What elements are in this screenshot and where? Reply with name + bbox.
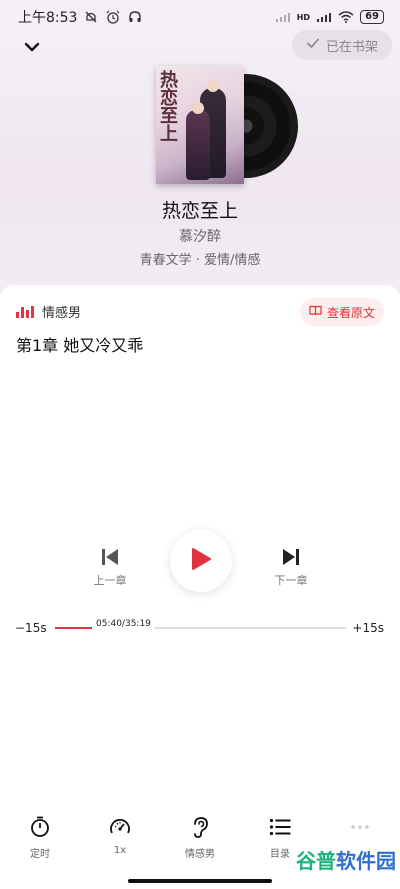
cover-title-art: 热恋至上 [160, 70, 178, 145]
play-icon [190, 547, 212, 575]
timer-icon [5, 815, 75, 839]
prev-chapter-label: 上一章 [93, 574, 127, 587]
wifi-icon [338, 9, 354, 25]
book-open-icon [309, 305, 322, 319]
next-chapter-label: 下一章 [274, 574, 308, 587]
book-author[interactable]: 慕汐醉 [0, 226, 400, 246]
speed-icon [85, 815, 155, 839]
alarm-icon [105, 9, 121, 25]
more-button[interactable] [325, 815, 395, 845]
speed-button[interactable]: 1x [85, 815, 155, 856]
view-original-label: 查看原文 [326, 305, 375, 320]
timer-button[interactable]: 定时 [5, 815, 75, 860]
chapter-title: 第1章 她又冷又乖 [16, 336, 144, 355]
progress-row: −15s 05:40/35:19 +15s [0, 618, 400, 640]
skip-next-icon [280, 546, 302, 568]
narrator-button[interactable]: 情感男 [165, 815, 235, 860]
narrator-name: 情感男 [42, 306, 82, 321]
collapse-button[interactable] [20, 36, 44, 56]
ear-icon [165, 815, 235, 839]
next-chapter-button[interactable]: 下一章 [261, 546, 321, 588]
more-icon [325, 815, 395, 839]
network-label: HD [296, 12, 311, 22]
status-time: 上午8:53 [18, 10, 78, 26]
narrator-row: 情感男 [16, 302, 81, 321]
book-cover-area: 热恋至上 [150, 66, 298, 186]
progress-time[interactable]: 05:40/35:19 [92, 619, 155, 629]
watermark: 谷普软件园 [296, 849, 396, 873]
view-original-button[interactable]: 查看原文 [300, 298, 384, 326]
home-indicator [128, 879, 272, 883]
narrator-nav-label: 情感男 [185, 849, 215, 860]
timer-label: 定时 [30, 849, 50, 860]
status-bar: 上午8:53 HD 69 [0, 0, 400, 34]
mute-icon [83, 9, 99, 25]
playback-controls: 上一章 下一章 [0, 530, 400, 600]
chevron-down-icon [24, 37, 40, 56]
audio-bars-icon [16, 305, 34, 318]
signal-icon [316, 9, 332, 25]
book-title: 热恋至上 [161, 200, 238, 222]
signal-weak-icon [275, 9, 291, 25]
headphones-icon [127, 9, 143, 25]
list-icon [245, 815, 315, 839]
book-tags: 青春文学 · 爱情/情感 [139, 253, 261, 268]
play-button[interactable] [170, 530, 232, 592]
speed-label: 1x [113, 845, 127, 856]
skip-back-button[interactable]: −15s [15, 621, 47, 635]
in-shelf-button[interactable]: 已在书架 [292, 30, 392, 60]
book-cover: 热恋至上 [156, 66, 244, 184]
skip-previous-icon [99, 546, 121, 568]
in-shelf-label: 已在书架 [325, 39, 378, 55]
battery-indicator: 69 [360, 10, 384, 24]
check-icon [306, 37, 320, 53]
prev-chapter-button[interactable]: 上一章 [80, 546, 140, 588]
skip-forward-button[interactable]: +15s [352, 621, 384, 635]
